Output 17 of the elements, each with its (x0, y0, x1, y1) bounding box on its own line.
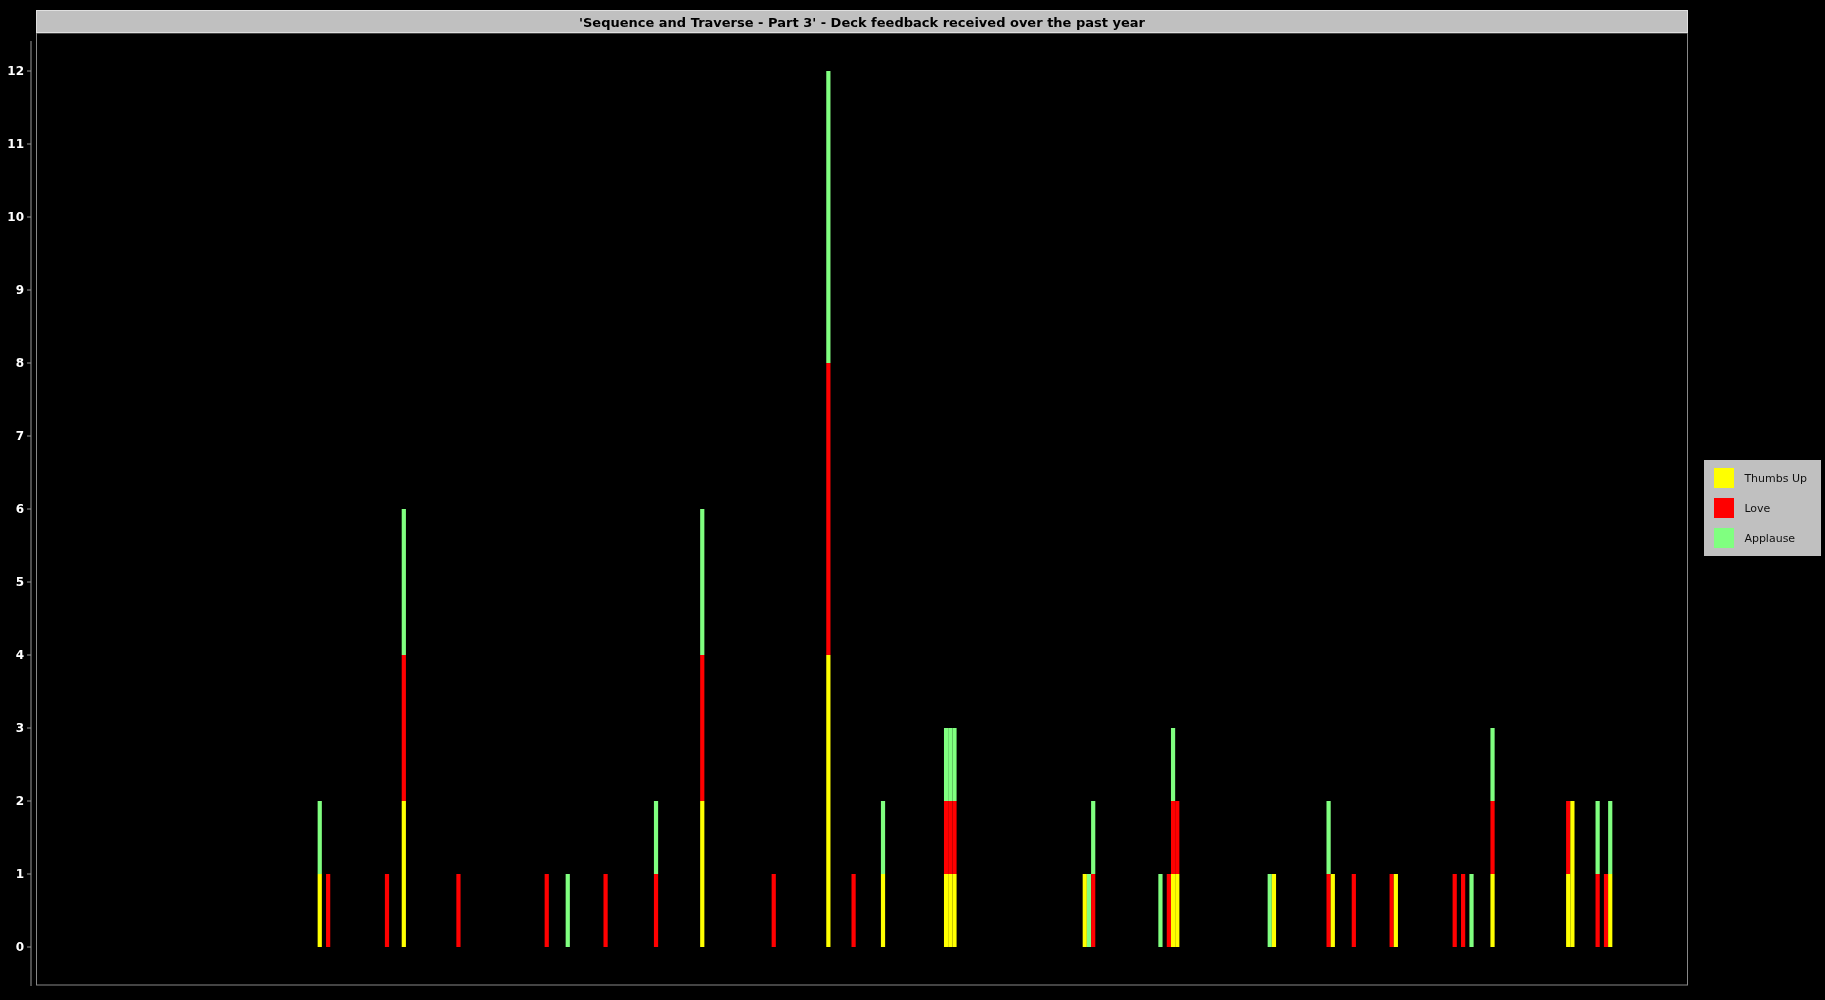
axis-label: 10 (7, 210, 24, 224)
axis-label: 0 (15, 940, 24, 954)
legend-label: Love (1744, 501, 1771, 515)
axis-label: 8 (15, 356, 24, 370)
axis-label: 1 (15, 867, 24, 881)
axis-label: 4 (15, 648, 24, 662)
legend-label: Thumbs Up (1744, 471, 1807, 485)
axis-label: 12 (7, 64, 24, 78)
axis-label: 3 (15, 721, 24, 735)
legend-label: Applause (1744, 531, 1796, 545)
axis-label: 5 (15, 575, 24, 589)
axis-label: 7 (15, 429, 24, 443)
axis-label: 9 (15, 283, 24, 297)
axis-label: 11 (7, 137, 24, 151)
axis-label: 2 (15, 794, 24, 808)
axis-label: 6 (15, 502, 24, 516)
chart-title: 'Sequence and Traverse - Part 3' - Deck feedback received over the past year (36, 10, 1688, 33)
